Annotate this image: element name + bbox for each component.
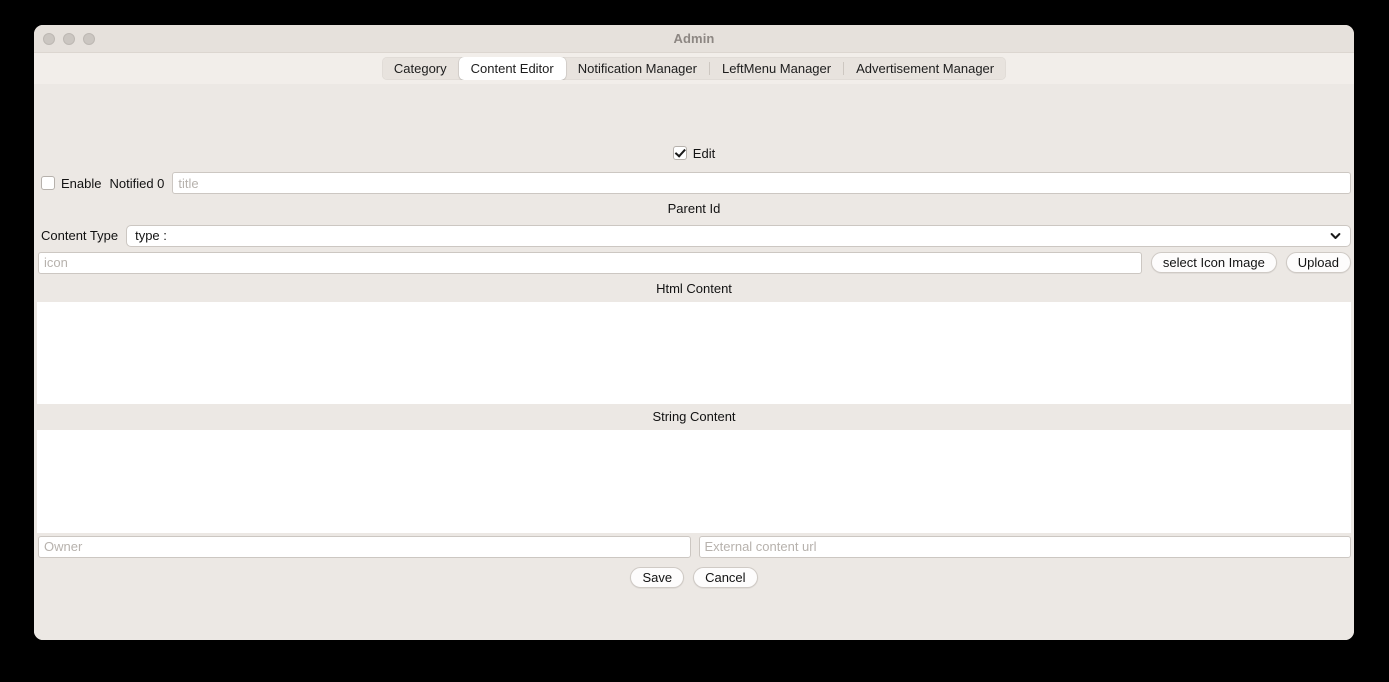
parent-id-label: Parent Id bbox=[667, 201, 721, 216]
html-content-editor[interactable] bbox=[37, 302, 1351, 404]
tabbar: Category Content Editor Notification Man… bbox=[381, 57, 1007, 80]
checkmark-icon[interactable] bbox=[672, 146, 687, 160]
admin-window: Admin Category Content Editor Notificati… bbox=[34, 25, 1354, 640]
edit-checkbox[interactable]: Edit bbox=[672, 145, 716, 161]
empty-checkbox-icon[interactable] bbox=[41, 176, 55, 190]
minimize-button[interactable] bbox=[63, 33, 75, 45]
traffic-light-group bbox=[43, 25, 95, 53]
tab-content-editor[interactable]: Content Editor bbox=[458, 57, 566, 80]
edit-checkbox-row: Edit bbox=[34, 84, 1354, 170]
external-content-url-input[interactable] bbox=[698, 535, 1351, 558]
upload-button[interactable]: Upload bbox=[1285, 252, 1351, 273]
tab-notification-manager[interactable]: Notification Manager bbox=[566, 57, 709, 80]
title-input[interactable] bbox=[172, 172, 1351, 194]
owner-url-row bbox=[34, 533, 1354, 560]
content-type-value: type : bbox=[135, 228, 167, 243]
content-type-select[interactable]: type : bbox=[126, 224, 1351, 247]
select-icon-image-button[interactable]: select Icon Image bbox=[1150, 252, 1277, 273]
html-content-label: Html Content bbox=[656, 281, 732, 296]
notified-count-label: Notified 0 bbox=[109, 175, 165, 191]
content-type-label: Content Type bbox=[41, 228, 119, 243]
icon-row: select Icon Image Upload bbox=[34, 249, 1354, 276]
window-titlebar: Admin bbox=[34, 25, 1354, 53]
content-editor-panel: Edit Enable Notified 0 Parent Id Content… bbox=[34, 84, 1354, 640]
tab-advertisement-manager[interactable]: Advertisement Manager bbox=[844, 57, 1006, 80]
window-title: Admin bbox=[673, 31, 715, 46]
form-actions-row: Save Cancel bbox=[34, 560, 1354, 590]
content-type-row: Content Type type : bbox=[34, 222, 1354, 249]
save-button[interactable]: Save bbox=[630, 567, 685, 588]
enable-checkbox[interactable]: Enable bbox=[41, 176, 101, 191]
close-button[interactable] bbox=[43, 33, 55, 45]
icon-input[interactable] bbox=[38, 251, 1142, 274]
owner-input[interactable] bbox=[38, 535, 691, 558]
enable-checkbox-label: Enable bbox=[61, 175, 102, 191]
tab-leftmenu-manager[interactable]: LeftMenu Manager bbox=[710, 57, 843, 80]
zoom-button[interactable] bbox=[83, 33, 95, 45]
string-content-label: String Content bbox=[652, 409, 736, 424]
string-content-editor[interactable] bbox=[37, 430, 1351, 533]
tabbar-container: Category Content Editor Notification Man… bbox=[34, 53, 1354, 84]
chevron-down-icon bbox=[1330, 232, 1341, 240]
tab-category[interactable]: Category bbox=[382, 57, 459, 80]
cancel-button[interactable]: Cancel bbox=[693, 567, 758, 588]
enable-title-row: Enable Notified 0 bbox=[34, 170, 1354, 196]
edit-checkbox-label: Edit bbox=[692, 145, 716, 161]
